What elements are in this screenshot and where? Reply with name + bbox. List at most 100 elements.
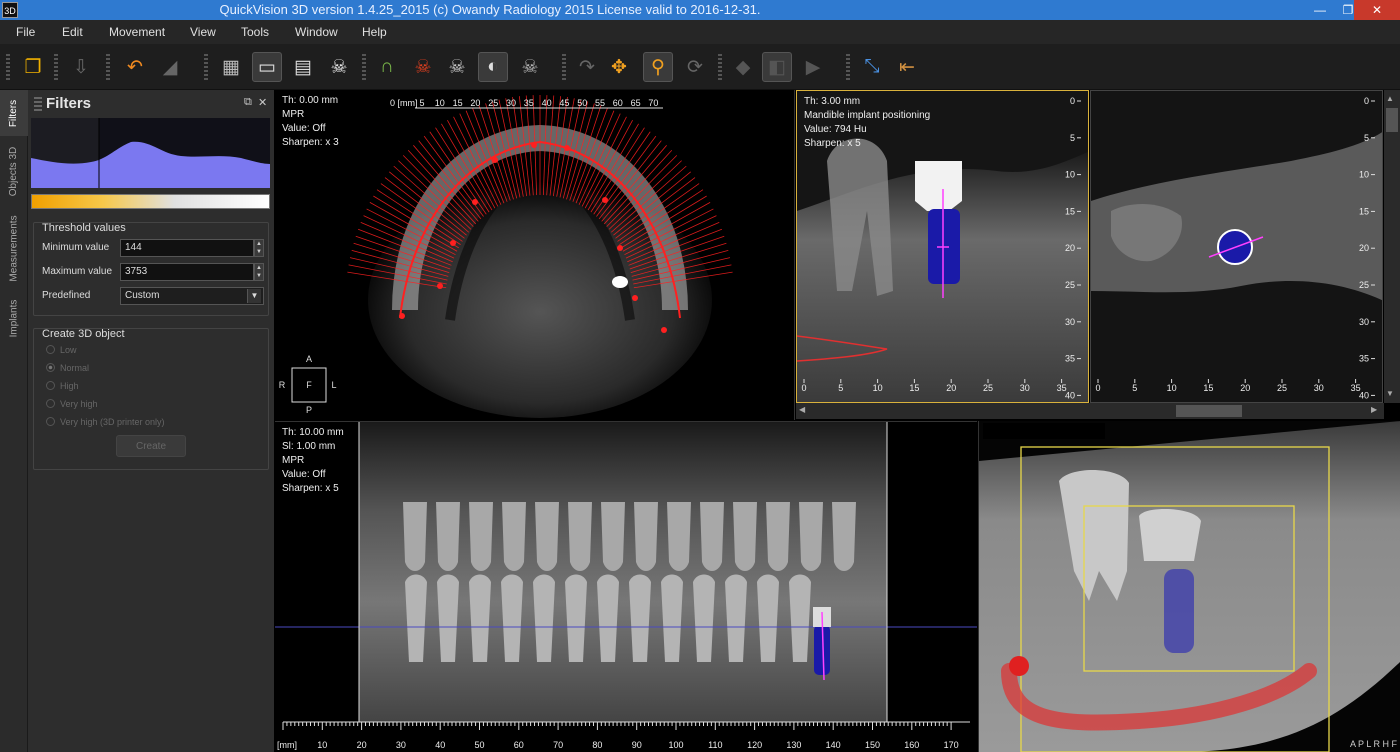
control-point[interactable]	[399, 313, 405, 319]
orient-left: R	[279, 380, 286, 390]
control-point[interactable]	[602, 197, 608, 203]
cross-overlay: Th: 3.00 mm Mandible implant positioning…	[804, 95, 930, 151]
min-value-spinner[interactable]: ▲ ▼	[254, 239, 264, 257]
control-point[interactable]	[661, 327, 667, 333]
tab-filters[interactable]: Filters	[0, 90, 28, 136]
bottom-ruler: [mm] 10 20 30 40 50 60 70 80 90 100 110 120 130 140 15…	[277, 721, 970, 750]
radio-circle-icon	[46, 399, 55, 408]
create-3d-group: Create 3D object Low Normal High Very hi…	[33, 328, 269, 470]
max-value-spinner[interactable]: ▲ ▼	[254, 263, 264, 281]
panoramic-view[interactable]: [mm] 10 20 30 40 50 60 70 80 90 100 110 120 130 140 15…	[275, 421, 977, 752]
radio-label: Very high	[60, 399, 98, 409]
menu-help[interactable]: Help	[362, 25, 387, 39]
scroll-thumb[interactable]	[1176, 405, 1242, 417]
toolbar-grip	[562, 54, 566, 80]
ruler-tick-label: 15	[1065, 206, 1075, 216]
axes-icon[interactable]: ⤡	[857, 52, 887, 82]
overlay-line: MPR	[282, 455, 305, 466]
cross-section-view[interactable]: 0 5 10 15 20 25 30 35 40 0 5 10 15 20 25 30 35 Th: 3.00…	[796, 90, 1089, 403]
slices-icon[interactable]: ▤	[288, 52, 318, 82]
skull-color-icon[interactable]: ☠	[408, 52, 438, 82]
predefined-select[interactable]: Custom ▼	[120, 287, 264, 305]
radio-high[interactable]: High	[46, 381, 79, 397]
menu-view[interactable]: View	[190, 25, 216, 39]
undo-icon[interactable]: ↶	[120, 52, 150, 82]
exit-icon[interactable]: ⇤	[892, 52, 922, 82]
grip-icon[interactable]	[34, 97, 42, 111]
threshold-legend: Threshold values	[42, 222, 126, 234]
color-gradient-bar[interactable]	[31, 194, 270, 209]
vertical-scrollbar[interactable]: ▲ ▼	[1384, 90, 1400, 403]
axial-view[interactable]: A R F L P 0 [mm] 5 10 15 20 25 30 35 40 45 50 55 60…	[275, 90, 795, 420]
histogram[interactable]	[31, 118, 270, 188]
create-button[interactable]: Create	[116, 435, 186, 457]
pan-icon[interactable]: ✥	[604, 52, 634, 82]
ruler-tick-label: 130	[786, 740, 801, 750]
control-point[interactable]	[564, 145, 570, 151]
control-point[interactable]	[531, 142, 537, 148]
min-value-input[interactable]: 144	[120, 239, 254, 257]
max-value-input[interactable]: 3753	[120, 263, 254, 281]
scroll-right-icon[interactable]: ▶	[1371, 405, 1377, 414]
radio-circle-icon	[46, 363, 55, 372]
axial-image: A R F L P 0 [mm] 5 10 15 20 25 30 35 40 45 50 55 60…	[279, 95, 733, 418]
tab-measurements[interactable]: Measurements	[0, 206, 28, 290]
scroll-down-icon[interactable]: ▼	[1386, 389, 1394, 398]
ruler-tick-label: 120	[747, 740, 762, 750]
radio-normal[interactable]: Normal	[46, 363, 89, 379]
open-icon[interactable]: ❐	[18, 52, 48, 82]
overlay-line: Sharpen: x 5	[804, 138, 861, 149]
tab-implants[interactable]: Implants	[0, 292, 28, 344]
sphere-icon[interactable]: ◐	[478, 52, 508, 82]
zoom-icon[interactable]: ⚲	[643, 52, 673, 82]
scroll-thumb[interactable]	[1386, 108, 1398, 132]
minimize-button[interactable]: —	[1306, 0, 1334, 20]
reset-view-icon[interactable]: ⟳	[680, 52, 710, 82]
panoramic-icon[interactable]: ▭	[252, 52, 282, 82]
upper-tooth	[469, 502, 493, 571]
horizontal-scrollbar[interactable]: ◀ ▶	[796, 403, 1384, 419]
menu-window[interactable]: Window	[295, 25, 338, 39]
histogram-chart	[31, 118, 270, 188]
orientation-labels: A P L R H F	[1350, 739, 1398, 749]
radio-very-high-printer[interactable]: Very high (3D printer only)	[46, 417, 165, 433]
toolbar-grip	[6, 54, 10, 80]
nerve-endpoint[interactable]	[1009, 656, 1029, 676]
skull-icon[interactable]: ☠	[324, 52, 354, 82]
camera-icon[interactable]: ▶	[798, 52, 828, 82]
menu-file[interactable]: File	[16, 25, 35, 39]
control-point[interactable]	[450, 240, 456, 246]
rotate-icon[interactable]: ↷	[572, 52, 602, 82]
menu-edit[interactable]: Edit	[62, 25, 83, 39]
export-icon[interactable]: ⇩	[66, 52, 96, 82]
radio-low[interactable]: Low	[46, 345, 77, 361]
control-point[interactable]	[492, 157, 498, 163]
close-button[interactable]: ✕	[1354, 0, 1400, 20]
implant-axial-view[interactable]: 0 5 10 15 20 25 30 35 40 0 5 10 15 20 25 30 35	[1090, 90, 1383, 403]
float-icon[interactable]: ⧉	[244, 96, 252, 109]
overlay-line: Th: 0.00 mm	[282, 95, 339, 106]
close-panel-icon[interactable]: ✕	[258, 96, 267, 109]
control-point[interactable]	[632, 295, 638, 301]
scroll-left-icon[interactable]: ◀	[799, 405, 805, 414]
eraser-icon[interactable]: ◢	[155, 52, 185, 82]
control-point[interactable]	[437, 283, 443, 289]
menu-tools[interactable]: Tools	[241, 25, 269, 39]
arch-icon[interactable]: ∩	[372, 52, 402, 82]
tab-objects-3d[interactable]: Objects 3D	[0, 138, 28, 204]
measure-icon[interactable]: ◆	[728, 52, 758, 82]
scroll-up-icon[interactable]: ▲	[1386, 94, 1394, 103]
control-point[interactable]	[472, 199, 478, 205]
render-3d-view[interactable]: A P L R H F	[978, 421, 1400, 752]
radio-very-high[interactable]: Very high	[46, 399, 98, 415]
menu-movement[interactable]: Movement	[109, 25, 165, 39]
skull-wire-icon[interactable]: ☠	[442, 52, 472, 82]
contrast-icon[interactable]: ◧	[762, 52, 792, 82]
layout-views-icon[interactable]: ▦	[216, 52, 246, 82]
overlay-line: Sl: 1.00 mm	[282, 441, 336, 452]
ruler-tick-label: 25	[983, 383, 993, 393]
control-point[interactable]	[617, 245, 623, 251]
ruler-tick-label: 55	[595, 98, 605, 108]
panel-title: Filters	[46, 95, 92, 112]
skull-outline-icon[interactable]: ☠	[515, 52, 545, 82]
